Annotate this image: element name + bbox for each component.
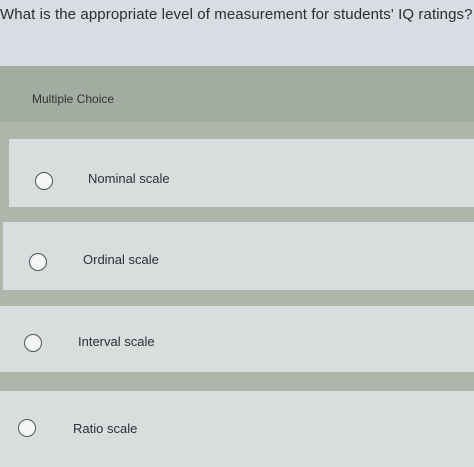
option-label: Interval scale [78,334,155,349]
option-ratio-scale[interactable]: Ratio scale [0,391,474,467]
option-label: Ratio scale [73,421,138,436]
radio-button[interactable] [24,334,42,352]
option-interval-scale[interactable]: Interval scale [0,306,474,372]
question-area: What is the appropriate level of measure… [0,0,474,68]
option-label: Ordinal scale [83,252,159,267]
multiple-choice-header: Multiple Choice [0,66,474,122]
option-ordinal-scale[interactable]: Ordinal scale [3,222,474,290]
question-text: What is the appropriate level of measure… [0,6,473,23]
option-label: Nominal scale [88,171,170,186]
radio-button[interactable] [29,253,47,271]
radio-button[interactable] [18,419,36,437]
multiple-choice-label: Multiple Choice [32,92,115,106]
radio-button[interactable] [35,172,53,190]
option-nominal-scale[interactable]: Nominal scale [9,139,474,207]
